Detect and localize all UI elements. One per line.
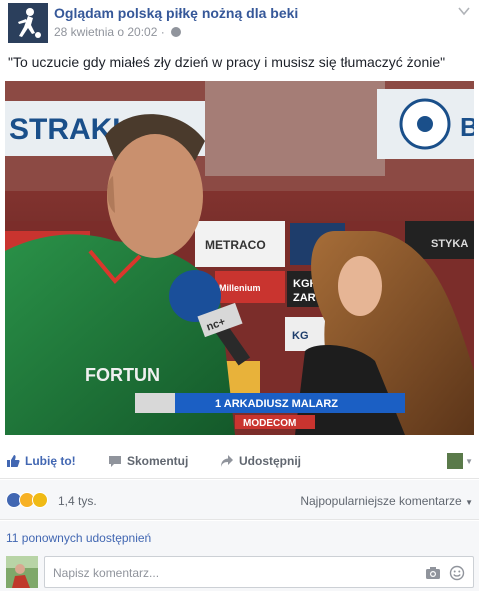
footballer-logo-icon (8, 3, 48, 43)
page-name-link[interactable]: Oglądam polską piłkę nożną dla beki (54, 5, 298, 21)
lower-third-name: 1 ARKADIUSZ MALARZ (215, 398, 338, 410)
share-button[interactable]: Udostępnij (220, 454, 301, 468)
board-kg-text: KG (292, 330, 309, 342)
comment-button[interactable]: Skomentuj (108, 454, 188, 468)
user-avatar (6, 556, 38, 588)
meta-separator: · (160, 25, 165, 39)
interviewer-face (338, 256, 382, 316)
share-arrow-icon (221, 455, 233, 467)
comment-sort-label: Najpopularniejsze komentarze (300, 494, 462, 508)
interview-photo: STRAKU B METRACO STYKA Millenium KGH ZAR… (5, 81, 474, 435)
comment-label: Skomentuj (127, 454, 189, 468)
comment-icon (109, 456, 121, 467)
globe-icon (171, 27, 182, 37)
comment-input[interactable]: Napisz komentarz... (44, 556, 474, 588)
comment-sort-dropdown[interactable]: Najpopularniejsze komentarze ▼ (300, 494, 473, 508)
lower-third-sponsor: MODECOM (243, 418, 296, 429)
like-label: Lubię to! (25, 454, 76, 468)
post-timestamp[interactable]: 28 kwietnia o 20:02 (54, 25, 157, 39)
camera-icon[interactable] (425, 565, 441, 581)
board-styka-text: STYKA (431, 238, 468, 250)
share-label: Udostępnij (239, 454, 301, 468)
shirt-sponsor-text: FORTUN (85, 365, 160, 385)
post-photo[interactable]: STRAKU B METRACO STYKA Millenium KGH ZAR… (5, 81, 474, 435)
board-metraco-text: METRACO (205, 238, 266, 252)
banner-b-text: B (460, 112, 474, 142)
page-avatar[interactable] (8, 3, 48, 43)
caret-down-icon[interactable]: ▼ (465, 457, 473, 466)
chevron-down-icon[interactable] (457, 4, 471, 18)
comment-placeholder: Napisz komentarz... (53, 566, 160, 580)
player-face (107, 134, 203, 258)
post-meta: 28 kwietnia o 20:02 · (54, 25, 182, 39)
emoji-icon[interactable] (449, 565, 465, 581)
sort-caret-icon: ▼ (465, 498, 473, 507)
post-header: Oglądam polską piłkę nożną dla beki 28 k… (0, 0, 479, 44)
comment-composer: Napisz komentarz... (0, 553, 479, 591)
board-zar-text: ZAR (293, 292, 316, 304)
post-text: "To uczucie gdy miałeś zły dzień w pracy… (8, 54, 446, 70)
sad-reaction-icon (32, 492, 48, 508)
post-action-bar: Lubię to! Skomentuj Udostępnij ▼ (0, 445, 479, 479)
shares-count-link[interactable]: 11 ponownych udostępnień (6, 531, 151, 545)
reaction-icons[interactable] (6, 492, 48, 508)
shares-bar: 11 ponownych udostępnień (0, 521, 479, 553)
reaction-count[interactable]: 1,4 tys. (58, 494, 97, 508)
thumbs-up-icon (7, 455, 20, 467)
reactions-bar: 1,4 tys. Najpopularniejsze komentarze ▼ (0, 480, 479, 520)
share-as-avatar[interactable] (447, 453, 463, 469)
like-button[interactable]: Lubię to! (6, 454, 76, 468)
board-millenium-text: Millenium (219, 283, 261, 293)
